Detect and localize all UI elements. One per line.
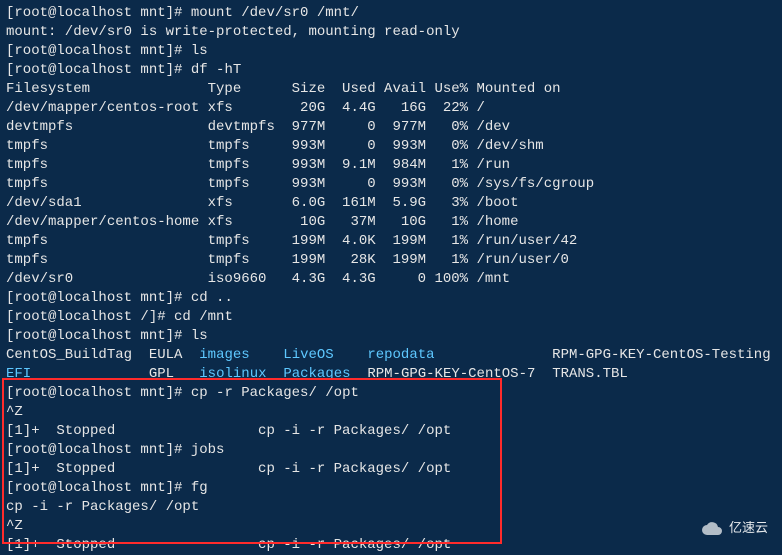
- term-line: ^Z: [6, 403, 776, 422]
- dir-link: Packages: [283, 366, 350, 382]
- term-line: [root@localhost mnt]# df -hT: [6, 61, 776, 80]
- df-row: devtmpfs devtmpfs 977M 0 977M 0% /dev: [6, 118, 776, 137]
- term-line: [1]+ Stopped cp -i -r Packages/ /opt: [6, 422, 776, 441]
- term-line: [root@localhost mnt]# mount /dev/sr0 /mn…: [6, 4, 776, 23]
- df-row: /dev/mapper/centos-root xfs 20G 4.4G 16G…: [6, 99, 776, 118]
- df-row: tmpfs tmpfs 199M 4.0K 199M 1% /run/user/…: [6, 232, 776, 251]
- watermark: 亿速云: [701, 519, 768, 538]
- df-row: tmpfs tmpfs 199M 28K 199M 1% /run/user/0: [6, 251, 776, 270]
- df-row: /dev/mapper/centos-home xfs 10G 37M 10G …: [6, 213, 776, 232]
- dir-link: images: [199, 347, 249, 363]
- df-row: /dev/sr0 iso9660 4.3G 4.3G 0 100% /mnt: [6, 270, 776, 289]
- term-line: mount: /dev/sr0 is write-protected, moun…: [6, 23, 776, 42]
- df-row: tmpfs tmpfs 993M 0 993M 0% /sys/fs/cgrou…: [6, 175, 776, 194]
- term-line: [root@localhost /]# cd /mnt: [6, 308, 776, 327]
- dir-link: EFI: [6, 366, 31, 382]
- df-row: tmpfs tmpfs 993M 9.1M 984M 1% /run: [6, 156, 776, 175]
- ls-row: CentOS_BuildTag EULA images LiveOS repod…: [6, 346, 776, 365]
- terminal-output[interactable]: [root@localhost mnt]# mount /dev/sr0 /mn…: [6, 4, 776, 555]
- term-line: cp -i -r Packages/ /opt: [6, 498, 776, 517]
- term-line: [root@localhost mnt]# cp -r Packages/ /o…: [6, 384, 776, 403]
- term-line: [root@localhost mnt]# jobs: [6, 441, 776, 460]
- df-row: tmpfs tmpfs 993M 0 993M 0% /dev/shm: [6, 137, 776, 156]
- term-line: [root@localhost mnt]# ls: [6, 327, 776, 346]
- dir-link: isolinux: [199, 366, 266, 382]
- cloud-icon: [701, 522, 723, 536]
- term-line: ^Z: [6, 517, 776, 536]
- ls-row: EFI GPL isolinux Packages RPM-GPG-KEY-Ce…: [6, 365, 776, 384]
- term-line: [1]+ Stopped cp -i -r Packages/ /opt: [6, 460, 776, 479]
- dir-link: LiveOS: [283, 347, 333, 363]
- term-line: [root@localhost mnt]# ls: [6, 42, 776, 61]
- df-row: /dev/sda1 xfs 6.0G 161M 5.9G 3% /boot: [6, 194, 776, 213]
- dir-link: repodata: [367, 347, 434, 363]
- df-header: Filesystem Type Size Used Avail Use% Mou…: [6, 80, 776, 99]
- term-line: [root@localhost mnt]# fg: [6, 479, 776, 498]
- term-line: [root@localhost mnt]# cd ..: [6, 289, 776, 308]
